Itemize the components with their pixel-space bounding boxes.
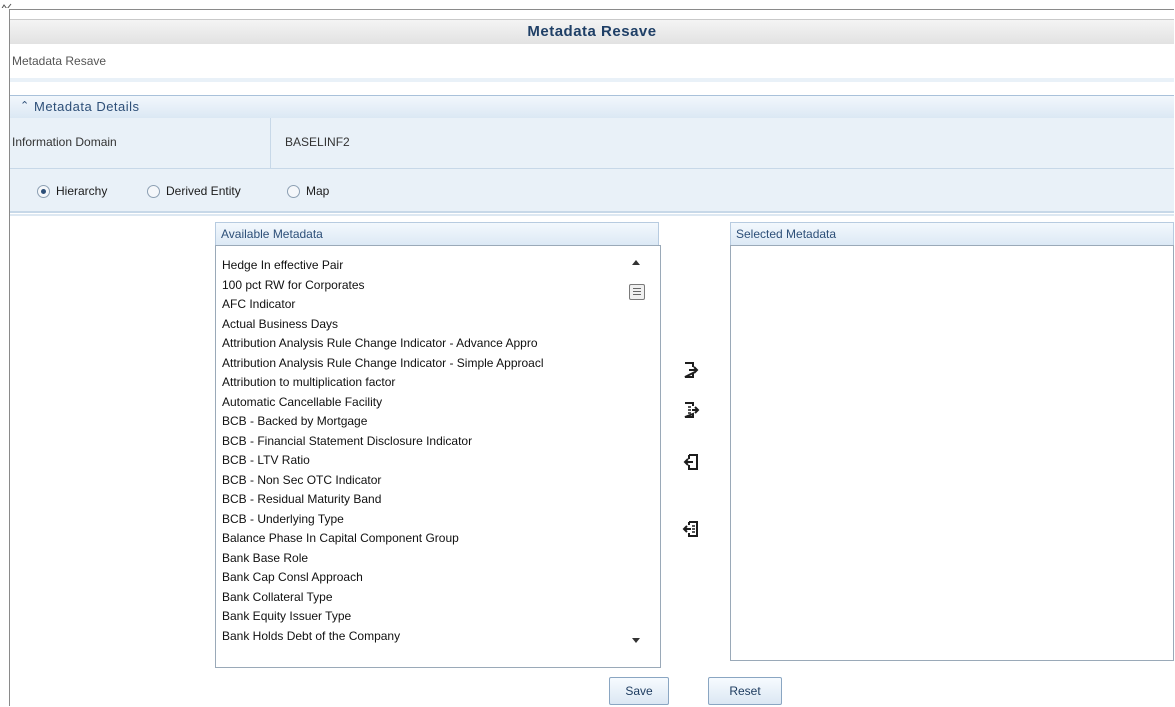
information-domain-value: BASELINF2 bbox=[285, 135, 350, 149]
radio-hierarchy-indicator[interactable] bbox=[37, 184, 50, 198]
available-metadata-items[interactable]: Hedge In effective Pair 100 pct RW for C… bbox=[222, 256, 628, 656]
radio-map[interactable]: Map bbox=[287, 183, 329, 199]
list-item[interactable]: Hedge In effective Pair bbox=[222, 256, 628, 276]
breadcrumb: Metadata Resave bbox=[10, 44, 1174, 82]
list-item[interactable]: Automatic Cancellable Facility bbox=[222, 393, 628, 413]
list-item[interactable]: AFC Indicator bbox=[222, 295, 628, 315]
available-metadata-header: Available Metadata bbox=[215, 222, 659, 246]
information-domain-label: Information Domain bbox=[12, 135, 117, 149]
page-title: Metadata Resave bbox=[527, 23, 657, 40]
list-item[interactable]: BCB - Backed by Mortgage bbox=[222, 412, 628, 432]
list-item[interactable]: Bank Cap Consl Approach bbox=[222, 568, 628, 588]
list-item[interactable]: Attribution Analysis Rule Change Indicat… bbox=[222, 334, 628, 354]
scroll-down-arrow-icon[interactable] bbox=[632, 638, 640, 643]
list-item[interactable]: Bank Base Role bbox=[222, 549, 628, 569]
list-item[interactable]: Bank Equity Issuer Type bbox=[222, 607, 628, 627]
radio-derived-entity[interactable]: Derived Entity bbox=[147, 183, 241, 199]
selected-metadata-title: Selected Metadata bbox=[736, 227, 837, 241]
move-all-left-icon[interactable] bbox=[682, 520, 700, 538]
move-all-right-button[interactable] bbox=[680, 399, 702, 421]
breadcrumb-text: Metadata Resave bbox=[12, 54, 107, 68]
radio-hierarchy-label[interactable]: Hierarchy bbox=[56, 184, 107, 198]
list-item[interactable]: BCB - Non Sec OTC Indicator bbox=[222, 471, 628, 491]
list-item[interactable]: Attribution Analysis Rule Change Indicat… bbox=[222, 354, 628, 374]
move-all-left-button[interactable] bbox=[680, 518, 702, 540]
radio-hierarchy[interactable]: Hierarchy bbox=[37, 183, 107, 199]
radio-map-label[interactable]: Map bbox=[306, 184, 329, 198]
section-title: Metadata Details bbox=[34, 99, 140, 114]
divider bbox=[10, 214, 1174, 216]
information-domain-label-cell: Information Domain bbox=[10, 118, 271, 168]
move-selected-left-icon[interactable] bbox=[682, 453, 700, 471]
save-button[interactable]: Save bbox=[609, 677, 669, 705]
metadata-type-radio-group: Hierarchy Derived Entity Map bbox=[10, 169, 1174, 213]
metadata-details-header[interactable]: ⌃ Metadata Details bbox=[10, 95, 1174, 119]
move-selected-right-icon[interactable] bbox=[682, 361, 700, 379]
available-list-scrollbar[interactable] bbox=[628, 257, 646, 652]
move-selected-right-button[interactable] bbox=[680, 359, 702, 381]
list-item[interactable]: BCB - Financial Statement Disclosure Ind… bbox=[222, 432, 628, 452]
information-domain-row: Information Domain BASELINF2 bbox=[10, 118, 1174, 169]
list-item[interactable]: BCB - LTV Ratio bbox=[222, 451, 628, 471]
move-all-right-icon[interactable] bbox=[682, 401, 700, 419]
list-item[interactable]: Attribution to multiplication factor bbox=[222, 373, 628, 393]
collapse-icon[interactable]: ⌃ bbox=[20, 99, 29, 112]
main-frame: Metadata Resave Metadata Resave ⌃ Metada… bbox=[9, 9, 1174, 706]
selected-metadata-header: Selected Metadata bbox=[730, 222, 1174, 246]
reset-button[interactable]: Reset bbox=[708, 677, 782, 705]
list-item[interactable]: Bank Collateral Type bbox=[222, 588, 628, 608]
selected-metadata-list[interactable] bbox=[730, 245, 1174, 661]
available-metadata-list[interactable]: Hedge In effective Pair 100 pct RW for C… bbox=[215, 245, 661, 668]
move-selected-left-button[interactable] bbox=[680, 451, 702, 473]
list-item[interactable]: Actual Business Days bbox=[222, 315, 628, 335]
list-item[interactable]: 100 pct RW for Corporates bbox=[222, 276, 628, 296]
list-item[interactable]: BCB - Underlying Type bbox=[222, 510, 628, 530]
list-item[interactable]: BCB - Residual Maturity Band bbox=[222, 490, 628, 510]
corner-cursor-icon bbox=[0, 0, 14, 8]
scroll-up-arrow-icon[interactable] bbox=[632, 260, 640, 265]
radio-derived-entity-label[interactable]: Derived Entity bbox=[166, 184, 241, 198]
radio-derived-entity-indicator[interactable] bbox=[147, 184, 160, 198]
list-item[interactable]: Balance Phase In Capital Component Group bbox=[222, 529, 628, 549]
title-bar: Metadata Resave bbox=[10, 19, 1174, 45]
available-metadata-title: Available Metadata bbox=[221, 227, 323, 241]
radio-map-indicator[interactable] bbox=[287, 184, 300, 198]
list-item[interactable]: Bank Holds Debt of the Company bbox=[222, 627, 628, 647]
scroll-thumb[interactable] bbox=[629, 284, 645, 300]
